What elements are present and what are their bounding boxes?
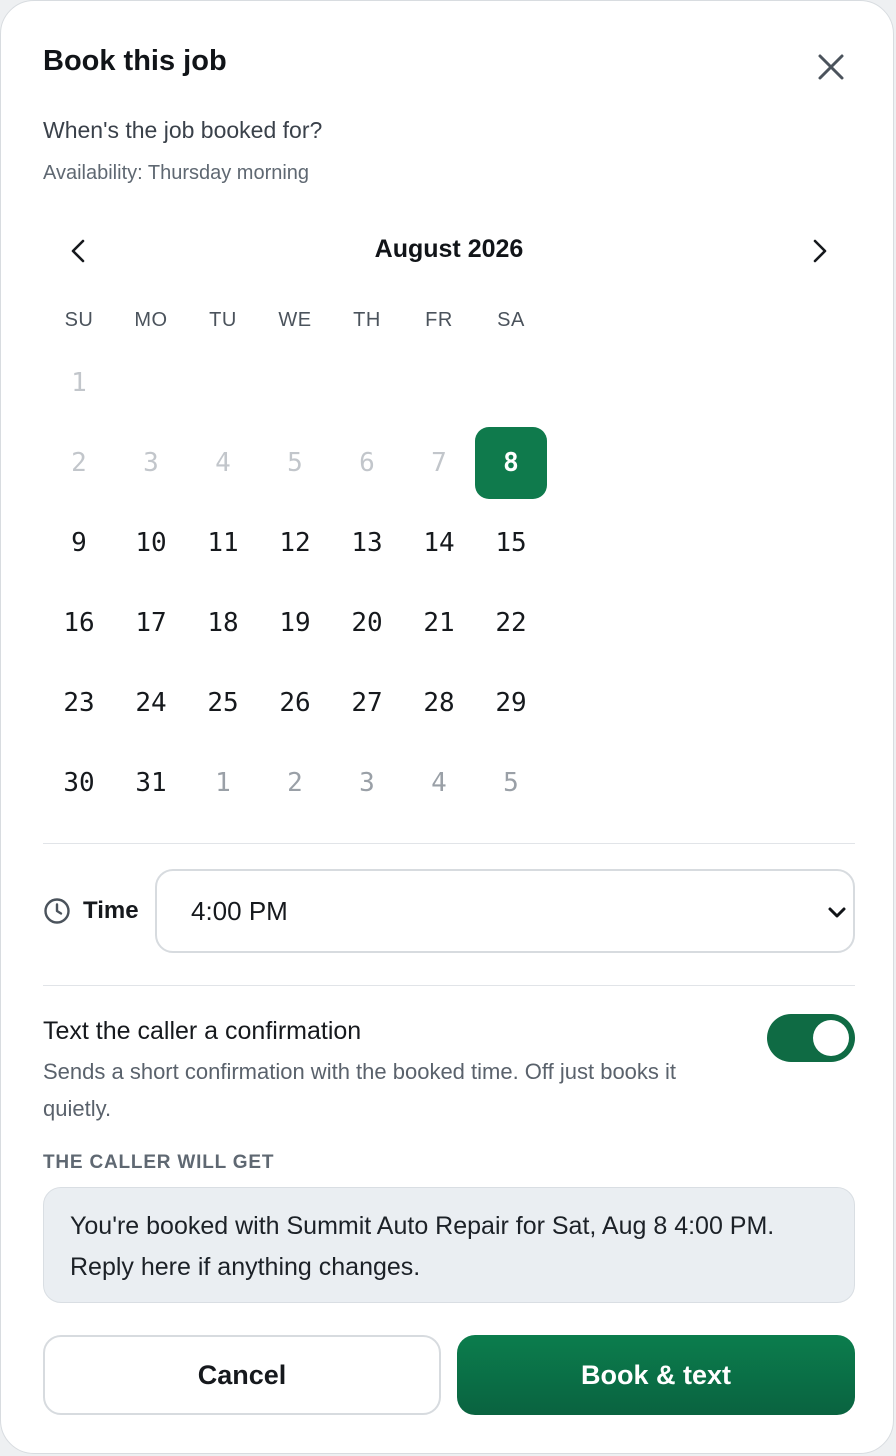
day-cell[interactable]: 20 — [331, 587, 403, 659]
preview-label: THE CALLER WILL GET — [43, 1152, 275, 1173]
chevron-left-icon — [71, 239, 85, 263]
clock-icon — [43, 897, 71, 925]
day-cell[interactable]: 23 — [43, 667, 115, 739]
day-cell[interactable]: 31 — [115, 747, 187, 819]
day-cell[interactable]: 9 — [43, 507, 115, 579]
day-cell[interactable]: 17 — [115, 587, 187, 659]
weekday-th: TH — [353, 309, 381, 331]
availability-note: Availability: Thursday morning — [43, 162, 310, 184]
day-cell[interactable]: 3 — [331, 747, 403, 819]
confirmation-description: Sends a short confirmation with the book… — [43, 1059, 677, 1121]
day-cell[interactable]: 12 — [259, 507, 331, 579]
day-cell: 5 — [287, 448, 303, 478]
close-icon — [818, 54, 844, 80]
time-label: Time — [83, 897, 139, 924]
day-cell: 3 — [143, 448, 159, 478]
close-button[interactable] — [811, 47, 851, 87]
chevron-down-icon — [828, 907, 846, 918]
day-cell-selected[interactable]: 8 — [475, 427, 547, 499]
time-select-value: 4:00 PM — [191, 896, 288, 926]
book-and-text-button[interactable]: Book & text — [457, 1335, 855, 1415]
day-cell: 1 — [71, 368, 87, 398]
day-cell[interactable]: 27 — [331, 667, 403, 739]
day-cell[interactable]: 5 — [475, 747, 547, 819]
prev-month-button[interactable] — [59, 231, 99, 271]
day-cell: 2 — [71, 448, 87, 478]
weekday-fr: FR — [425, 309, 453, 331]
weekday-we: WE — [278, 309, 312, 331]
confirmation-toggle[interactable] — [767, 1014, 855, 1062]
weekday-sa: SA — [497, 309, 525, 331]
booking-dialog: Book this job When's the job booked for?… — [0, 0, 894, 1454]
toggle-knob — [813, 1020, 849, 1056]
day-cell: 7 — [431, 448, 447, 478]
month-label: August 2026 — [374, 235, 524, 263]
day-cell[interactable]: 13 — [331, 507, 403, 579]
day-cell[interactable]: 21 — [403, 587, 475, 659]
day-cell[interactable]: 1 — [187, 747, 259, 819]
divider — [43, 985, 855, 986]
day-cell[interactable]: 24 — [115, 667, 187, 739]
day-cell[interactable]: 14 — [403, 507, 475, 579]
day-cell: 4 — [215, 448, 231, 478]
day-cell[interactable]: 28 — [403, 667, 475, 739]
day-cell[interactable]: 22 — [475, 587, 547, 659]
time-select[interactable]: 4:00 PM — [155, 869, 855, 953]
day-cell[interactable]: 26 — [259, 667, 331, 739]
day-cell[interactable]: 25 — [187, 667, 259, 739]
dialog-title: Book this job — [43, 45, 227, 77]
day-cell[interactable]: 29 — [475, 667, 547, 739]
cancel-button[interactable]: Cancel — [43, 1335, 441, 1415]
divider — [43, 843, 855, 844]
weekday-tu: TU — [209, 309, 237, 331]
weekday-mo: MO — [134, 309, 168, 331]
confirmation-title: Text the caller a confirmation — [43, 1017, 362, 1045]
day-cell[interactable]: 15 — [475, 507, 547, 579]
day-cell[interactable]: 2 — [259, 747, 331, 819]
weekday-su: SU — [64, 309, 94, 331]
booking-question: When's the job booked for? — [43, 117, 323, 143]
next-month-button[interactable] — [799, 231, 839, 271]
day-cell[interactable]: 4 — [403, 747, 475, 819]
message-preview: You're booked with Summit Auto Repair fo… — [43, 1187, 855, 1303]
day-cell[interactable]: 18 — [187, 587, 259, 659]
day-cell[interactable]: 16 — [43, 587, 115, 659]
day-cell: 6 — [359, 448, 375, 478]
day-cell[interactable]: 10 — [115, 507, 187, 579]
day-cell[interactable]: 19 — [259, 587, 331, 659]
day-cell[interactable]: 30 — [43, 747, 115, 819]
day-cell[interactable]: 11 — [187, 507, 259, 579]
chevron-right-icon — [813, 239, 827, 263]
